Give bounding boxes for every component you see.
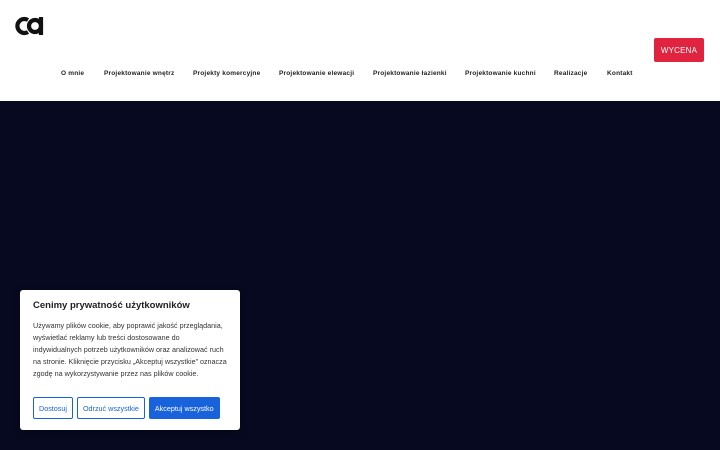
cookie-buttons: Dostosuj Odrzuć wszystkie Akceptuj wszys… [33,397,220,419]
accept-all-button[interactable]: Akceptuj wszystko [148,397,220,419]
nav-item-kontakt[interactable]: Kontakt [607,70,633,77]
nav-item-realizacje[interactable]: Realizacje [554,70,587,77]
cd-logo[interactable] [15,14,45,38]
main-nav: O mnie Projektowanie wnętrz Projekty kom… [0,70,720,80]
nav-item-projekty-komercyjne[interactable]: Projekty komercyjne [193,70,260,77]
site-header: WYCENA O mnie Projektowanie wnętrz Proje… [0,0,720,101]
nav-item-o-mnie[interactable]: O mnie [61,70,84,77]
cookie-consent-banner: Cenimy prywatność użytkowników Używamy p… [20,290,240,430]
reject-all-button[interactable]: Odrzuć wszystkie [76,397,145,419]
nav-item-projektowanie-wnetrz[interactable]: Projektowanie wnętrz [104,70,174,77]
nav-item-projektowanie-elewacji[interactable]: Projektowanie elewacji [279,70,354,77]
wycena-button[interactable]: WYCENA [654,38,704,62]
cookie-title: Cenimy prywatność użytkowników [33,300,190,311]
customize-button[interactable]: Dostosuj [33,397,73,419]
nav-item-projektowanie-lazienki[interactable]: Projektowanie łazienki [373,70,447,77]
nav-item-projektowanie-kuchni[interactable]: Projektowanie kuchni [465,70,536,77]
cookie-description: Używamy plików cookie, aby poprawić jako… [33,321,227,378]
